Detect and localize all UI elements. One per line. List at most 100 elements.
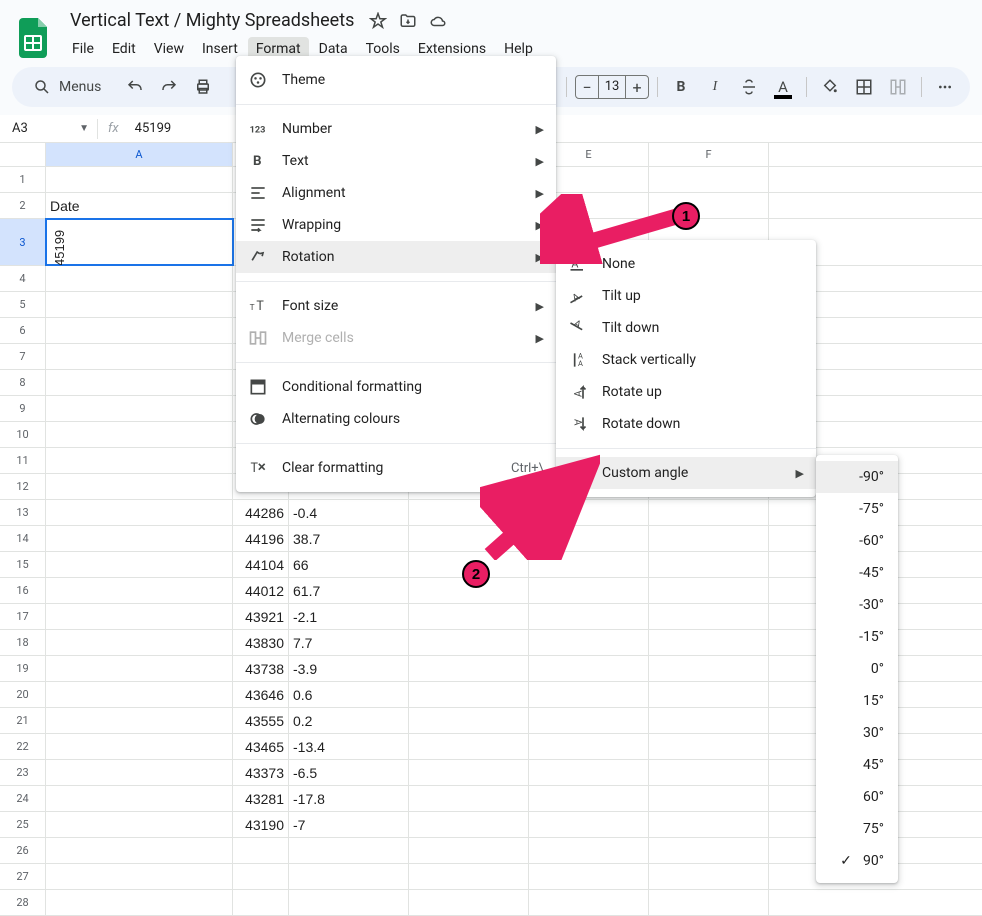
sheets-logo-icon[interactable] (16, 20, 52, 56)
cell[interactable] (46, 786, 233, 811)
format-menu-rotation[interactable]: Rotation▶ (236, 241, 556, 273)
row-header[interactable]: 10 (0, 422, 46, 447)
font-size-control[interactable]: − 13 + (575, 75, 649, 99)
cell[interactable]: 7.7 (289, 630, 409, 655)
angle-option[interactable]: 45° (816, 749, 898, 781)
cell[interactable] (46, 526, 233, 551)
row-header[interactable]: 6 (0, 318, 46, 343)
bold-button[interactable]: B (666, 72, 696, 102)
name-box[interactable]: A3 ▼ (0, 121, 97, 136)
cell[interactable]: 44104 (233, 552, 289, 577)
cell[interactable] (649, 838, 769, 863)
cell[interactable] (649, 526, 769, 551)
cell[interactable] (46, 760, 233, 785)
cell[interactable] (409, 760, 529, 785)
row-header[interactable]: 15 (0, 552, 46, 577)
cell[interactable] (46, 682, 233, 707)
cell[interactable]: 43921 (233, 604, 289, 629)
cell[interactable] (46, 292, 233, 317)
menu-file[interactable]: File (64, 37, 102, 61)
rotation-menu-tilt-down[interactable]: ATilt down (556, 312, 816, 344)
toolbar-overflow-icon[interactable] (930, 72, 960, 102)
cell[interactable] (649, 167, 769, 192)
cell[interactable] (409, 864, 529, 889)
cell[interactable] (46, 396, 233, 421)
row-header[interactable]: 4 (0, 266, 46, 291)
cell[interactable] (409, 786, 529, 811)
cell[interactable]: 43738 (233, 656, 289, 681)
font-size-value[interactable]: 13 (598, 76, 626, 98)
cell[interactable] (649, 500, 769, 525)
angle-option[interactable]: -60° (816, 525, 898, 557)
row-header[interactable]: 9 (0, 396, 46, 421)
row-header[interactable]: 21 (0, 708, 46, 733)
format-menu-text[interactable]: BText▶ (236, 145, 556, 177)
cell[interactable] (649, 552, 769, 577)
format-menu-number[interactable]: 123Number▶ (236, 113, 556, 145)
rotation-menu-rotate-up[interactable]: ARotate up (556, 376, 816, 408)
cell[interactable]: 44012 (233, 578, 289, 603)
star-icon[interactable] (368, 11, 388, 31)
cell[interactable] (233, 838, 289, 863)
cell[interactable]: -17.8 (289, 786, 409, 811)
format-menu-wrapping[interactable]: Wrapping▶ (236, 209, 556, 241)
cell[interactable] (289, 864, 409, 889)
borders-button[interactable] (849, 72, 879, 102)
cell[interactable] (649, 578, 769, 603)
format-menu-conditional-formatting[interactable]: Conditional formatting (236, 371, 556, 403)
cell[interactable] (649, 812, 769, 837)
cell[interactable]: 44286 (233, 500, 289, 525)
cell[interactable] (649, 864, 769, 889)
cell[interactable]: 43373 (233, 760, 289, 785)
cell[interactable] (289, 890, 409, 915)
print-button[interactable] (188, 72, 218, 102)
cell[interactable] (233, 864, 289, 889)
cell[interactable] (529, 630, 649, 655)
row-header[interactable]: 14 (0, 526, 46, 551)
cell[interactable] (409, 838, 529, 863)
cell[interactable] (649, 682, 769, 707)
cell[interactable] (233, 890, 289, 915)
row-header[interactable]: 22 (0, 734, 46, 759)
cell[interactable] (529, 890, 649, 915)
cell[interactable] (409, 812, 529, 837)
cell[interactable]: 43281 (233, 786, 289, 811)
strikethrough-button[interactable] (734, 72, 764, 102)
angle-option[interactable]: -75° (816, 493, 898, 525)
cell[interactable] (649, 656, 769, 681)
rotation-menu-stack-vertically[interactable]: AAStack vertically (556, 344, 816, 376)
cell[interactable]: 43830 (233, 630, 289, 655)
menu-view[interactable]: View (146, 37, 192, 61)
cell[interactable]: 61.7 (289, 578, 409, 603)
cell[interactable]: 0.2 (289, 708, 409, 733)
cell[interactable] (46, 890, 233, 915)
row-header[interactable]: 8 (0, 370, 46, 395)
cell[interactable]: -2.1 (289, 604, 409, 629)
cell[interactable]: 43190 (233, 812, 289, 837)
column-header-A[interactable]: A (46, 143, 233, 166)
format-menu-font-size[interactable]: TTFont size▶ (236, 290, 556, 322)
cell[interactable] (46, 812, 233, 837)
format-menu-theme[interactable]: Theme (236, 64, 556, 96)
cell[interactable] (46, 474, 233, 499)
cell[interactable] (409, 630, 529, 655)
cell[interactable] (409, 682, 529, 707)
cell[interactable] (46, 578, 233, 603)
format-menu-alignment[interactable]: Alignment▶ (236, 177, 556, 209)
cell[interactable] (529, 682, 649, 707)
cell[interactable]: 44196 (233, 526, 289, 551)
angle-option[interactable]: -90° (816, 461, 898, 493)
redo-button[interactable] (154, 72, 184, 102)
move-icon[interactable] (398, 11, 418, 31)
row-header[interactable]: 28 (0, 890, 46, 915)
cell[interactable] (46, 734, 233, 759)
cell[interactable] (46, 318, 233, 343)
row-header[interactable]: 18 (0, 630, 46, 655)
cell[interactable]: 45199 (46, 219, 233, 265)
font-size-increase[interactable]: + (626, 78, 648, 97)
cell[interactable] (46, 266, 233, 291)
document-title[interactable]: Vertical Text / Mighty Spreadsheets (64, 8, 360, 33)
cell[interactable]: 0.6 (289, 682, 409, 707)
row-header[interactable]: 26 (0, 838, 46, 863)
cell[interactable] (46, 370, 233, 395)
